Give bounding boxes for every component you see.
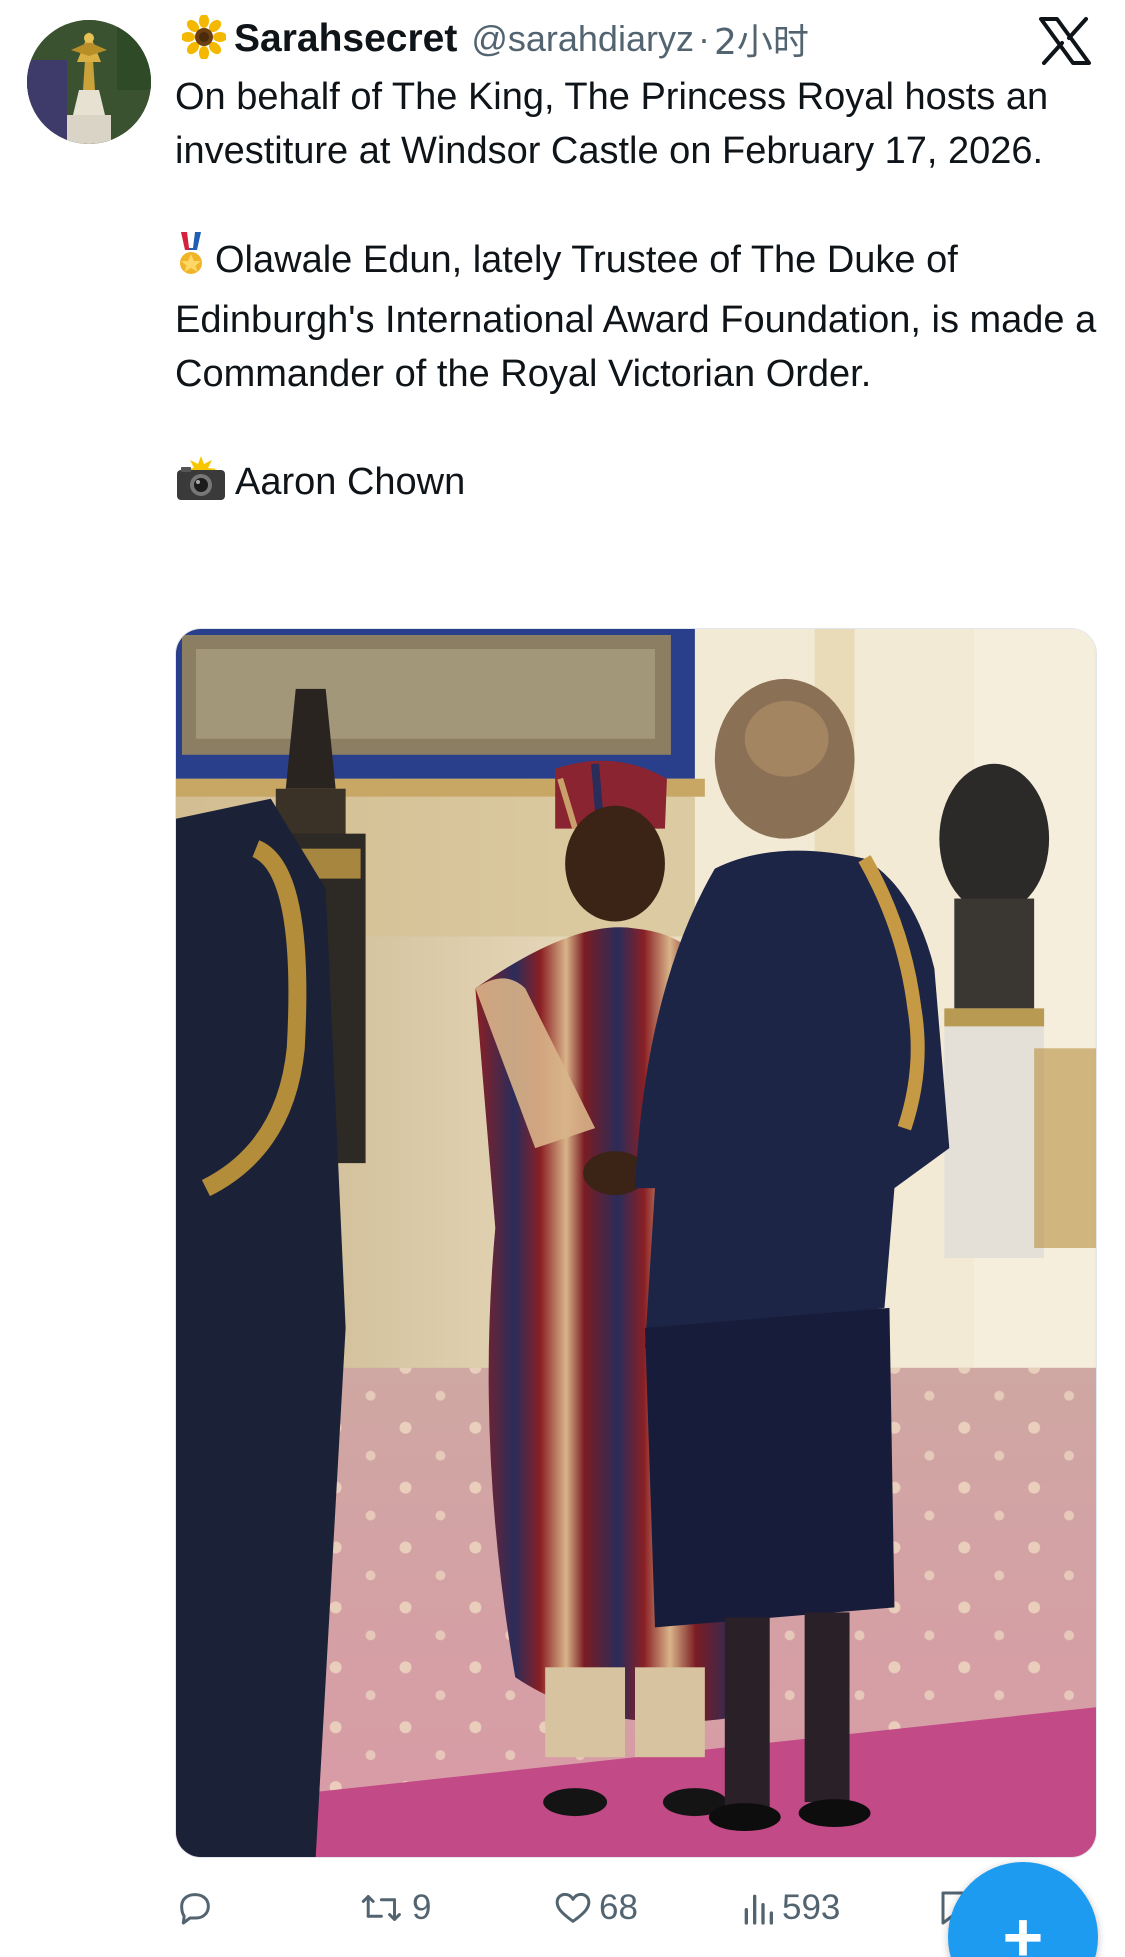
tweet-photo[interactable] <box>175 628 1097 1858</box>
like-button[interactable]: 68 <box>553 1878 638 1938</box>
tweet-paragraph-2-text: Olawale Edun, lately Trustee of The Duke… <box>175 239 1097 395</box>
views-chart-icon <box>744 1894 773 1925</box>
author-avatar[interactable] <box>27 20 151 144</box>
tweet-text: On behalf of The King, The Princess Roya… <box>175 70 1105 515</box>
views-count: 593 <box>782 1888 841 1927</box>
author-handle[interactable]: @sarahdiaryz <box>471 18 694 60</box>
author-display-name[interactable]: Sarahsecret <box>234 17 457 61</box>
header-separator: · <box>697 18 710 59</box>
plus-icon: + <box>1002 1898 1044 1957</box>
post-time[interactable]: 2小时 <box>714 13 809 65</box>
photo-credit: Aaron Chown <box>235 461 466 503</box>
tweet-paragraph-3: Aaron Chown <box>175 455 1105 515</box>
sunflower-icon <box>181 13 227 64</box>
tweet-paragraph-1: On behalf of The King, The Princess Roya… <box>175 76 1049 172</box>
reply-icon <box>180 1893 210 1925</box>
x-logo-icon[interactable] <box>1038 16 1092 66</box>
investiture-photo <box>176 629 1096 1857</box>
retweet-button[interactable]: 9 <box>360 1878 431 1938</box>
like-count: 68 <box>599 1888 638 1927</box>
views-button[interactable]: 593 <box>740 1878 840 1938</box>
tweet-header: Sarahsecret @sarahdiaryz · 2小时 <box>181 13 809 65</box>
retweet-icon <box>361 1895 401 1921</box>
retweet-count: 9 <box>412 1888 432 1927</box>
tweet-paragraph-2: Olawale Edun, lately Trustee of The Duke… <box>175 232 1105 401</box>
reply-button[interactable] <box>175 1878 215 1938</box>
camera-flash-icon <box>175 456 227 515</box>
avatar-image <box>27 20 151 144</box>
heart-icon <box>555 1892 591 1923</box>
compose-button[interactable]: + <box>948 1862 1098 1957</box>
medal-icon <box>175 232 207 293</box>
